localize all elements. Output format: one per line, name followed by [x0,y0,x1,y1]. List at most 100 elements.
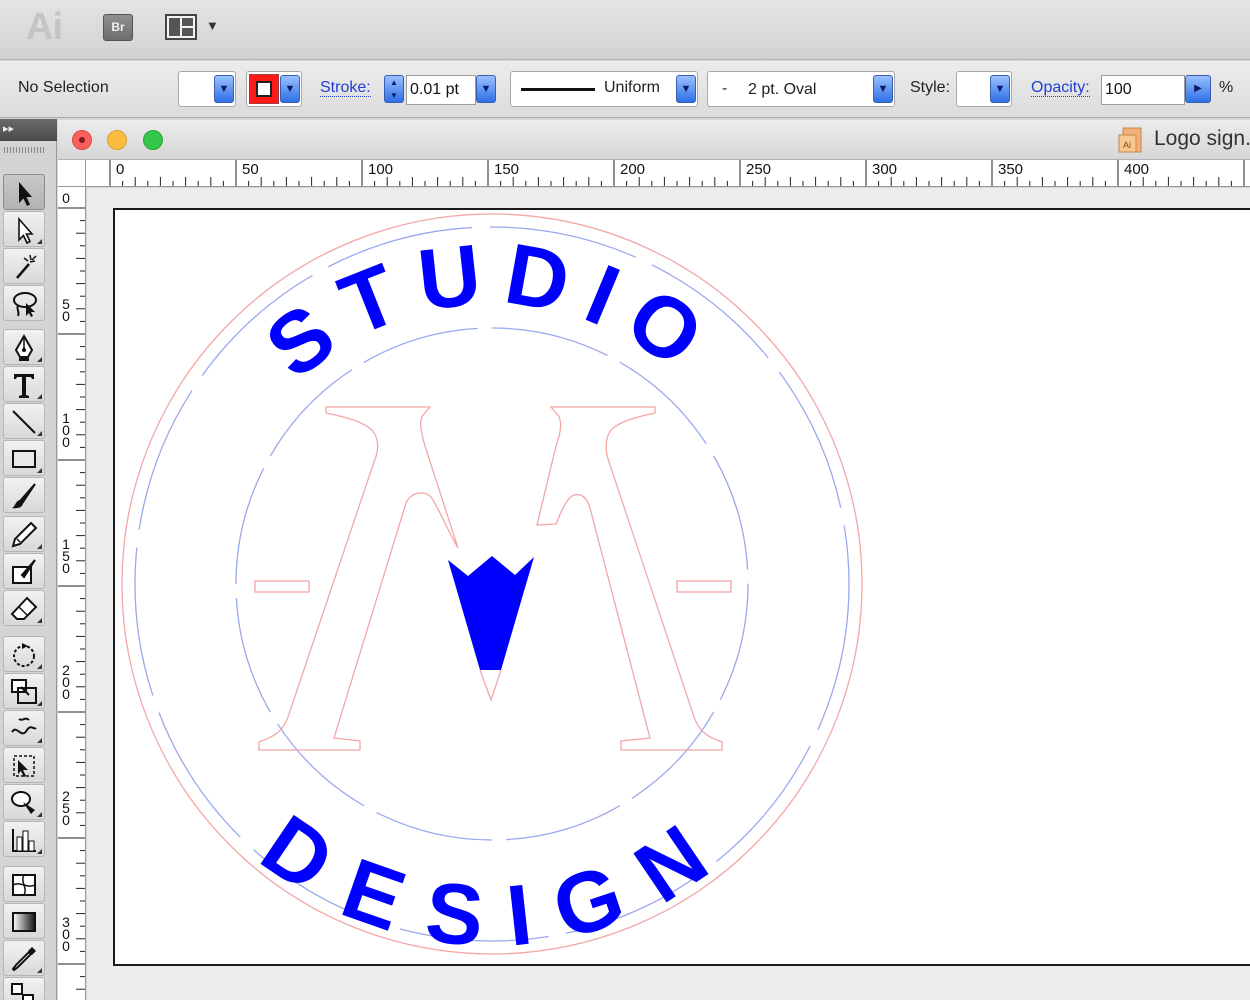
opacity-field[interactable]: 100 [1101,75,1185,105]
eyedropper-icon [11,947,36,972]
blob-brush-tool[interactable] [3,553,45,589]
rotate-tool[interactable] [3,636,45,672]
v-ruler-label: 0 [62,190,70,206]
tools-panel-header[interactable]: ▸▸ [0,119,57,141]
m-left-stroke-outline[interactable] [258,406,459,751]
blend-tool[interactable] [3,977,45,1000]
stroke-weight-field[interactable]: 0.01 pt [406,75,476,105]
column-graph-icon [12,829,36,852]
symbol-sprayer-tool[interactable] [3,784,45,820]
scale-tool[interactable] [3,673,45,709]
pen-tool[interactable] [3,329,45,365]
illustrator-logo: Ai [26,6,63,48]
brush-definition-select[interactable]: - 2 pt. Oval [707,71,895,107]
column-graph-tool[interactable] [3,821,45,857]
selection-status-text: No Selection [18,79,109,96]
brush-definition-value: 2 pt. Oval [748,81,817,98]
style-label: Style: [910,79,951,96]
rectangle-icon [12,450,36,468]
horizontal-ruler[interactable]: 0 50 100 150 200 250 300 350 400 [86,160,1250,187]
gradient-tool[interactable] [3,903,45,939]
stroke-weight-dropdown-button[interactable]: ▼ [476,75,496,103]
variable-width-profile-dropdown-button[interactable]: ▼ [676,75,696,103]
zoom-window-button[interactable] [143,130,163,150]
close-window-button[interactable] [72,130,92,150]
arrange-documents-icon [165,14,197,40]
stroke-weight-stepper[interactable]: ▲ ▼ [384,75,404,103]
right-dash-shape[interactable] [676,580,732,593]
direct-selection-tool[interactable] [3,211,45,247]
center-v-shape[interactable] [448,556,534,670]
brush-definition-dash: - [722,80,728,97]
lasso-tool[interactable] [3,285,45,321]
h-ruler-label: 250 [746,161,772,178]
arrange-documents-dropdown-icon[interactable]: ▼ [206,18,219,33]
stroke-line-preview [521,88,595,91]
blob-brush-icon [12,559,36,584]
horizontal-ruler-ticks [109,160,1245,186]
line-segment-tool[interactable] [3,403,45,439]
warp-tool[interactable] [3,710,45,746]
paintbrush-tool[interactable] [3,477,45,513]
pencil-tool[interactable] [3,516,45,552]
pencil-icon [11,521,38,548]
document-title: Logo sign.ai* @ [1154,127,1250,151]
h-ruler-label: 350 [998,161,1024,178]
free-transform-tool[interactable] [3,747,45,783]
free-transform-icon [13,755,35,777]
eyedropper-tool[interactable] [3,940,45,976]
svg-text:Ai: Ai [1123,140,1131,150]
go-to-bridge-button[interactable]: Br [103,14,133,41]
document-title-bar: Ai Logo sign.ai* @ [58,120,1250,160]
v-ruler-label: 50 [62,296,70,324]
stroke-panel-link[interactable]: Stroke: [320,79,371,97]
variable-width-profile-select[interactable]: Uniform [510,71,698,107]
collapse-panel-icon[interactable]: ▸▸ [3,122,14,135]
blend-icon [11,983,34,1000]
design-arc-text[interactable]: DESIGN [245,797,739,966]
eraser-tool[interactable] [3,590,45,626]
brush-definition-dropdown-button[interactable]: ▼ [873,75,893,103]
transparency-panel-link[interactable]: Opacity: [1031,79,1090,97]
opacity-slider-button[interactable]: ▶ [1185,75,1211,103]
application-bar: Ai Br ▼ [0,0,1250,60]
v-ruler-label: 250 [62,788,70,828]
paintbrush-icon [12,483,36,509]
mesh-tool[interactable] [3,866,45,902]
h-ruler-label: 200 [620,161,646,178]
left-dash-shape[interactable] [254,580,310,593]
center-point-outline[interactable] [479,669,502,702]
line-segment-icon [12,410,36,434]
ai-file-icon: Ai [1118,126,1146,154]
ruler-origin[interactable] [58,160,86,187]
studio-arc-text[interactable]: STUDIO [249,225,735,397]
graphic-style-dropdown-button[interactable]: ▼ [990,75,1010,103]
lasso-icon [13,292,37,317]
stroke-dropdown-button[interactable]: ▼ [280,75,300,103]
h-ruler-label: 50 [242,161,259,178]
document-title-text: Logo sign.ai* [1154,127,1250,150]
tools-panel [0,141,57,1000]
h-ruler-label: 0 [116,161,125,178]
minimize-window-button[interactable] [107,130,127,150]
type-tool[interactable] [3,366,45,402]
warp-icon [11,717,37,735]
variable-width-profile-value: Uniform [604,79,661,96]
logo-artwork[interactable]: STUDIO DESIGN [113,208,873,968]
m-right-stroke-outline[interactable] [536,406,723,751]
magic-wand-tool[interactable] [3,248,45,284]
mesh-icon [12,874,36,896]
v-ruler-label: 200 [62,662,70,702]
h-ruler-label: 150 [494,161,520,178]
fill-dropdown-button[interactable]: ▼ [214,75,234,103]
arrange-documents-button[interactable] [165,14,197,40]
control-bar: No Selection ▼ ▼ Stroke: ▲ ▼ 0.01 pt ▼ Un… [0,61,1250,118]
rectangle-tool[interactable] [3,440,45,476]
selection-tool[interactable] [3,174,45,210]
h-ruler-label: 100 [368,161,394,178]
gradient-icon [12,912,36,932]
vertical-ruler[interactable]: 0 50 100 150 200 250 300 [58,187,86,1000]
h-ruler-label: 400 [1124,161,1150,178]
v-ruler-label: 100 [62,410,70,450]
tools-panel-grip[interactable] [4,147,46,153]
